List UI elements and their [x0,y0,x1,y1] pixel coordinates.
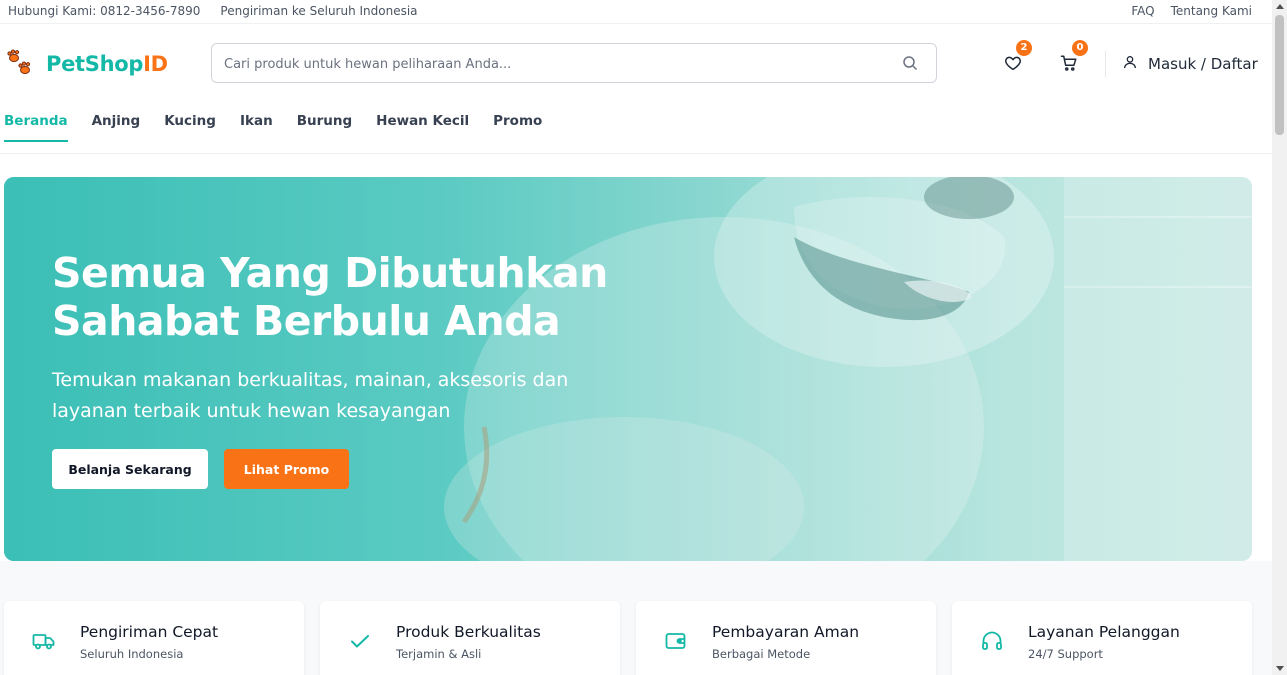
feature-card: Layanan Pelanggan 24/7 Support [952,601,1252,675]
cart-badge: 0 [1072,40,1088,56]
view-promo-button[interactable]: Lihat Promo [224,449,349,489]
wishlist-badge: 2 [1016,40,1032,56]
cart-icon [1060,55,1078,76]
hero-subtitle: Temukan makanan berkualitas, mainan, aks… [52,369,569,422]
site-header: PetShopID 2 0 Masuk / Daftar [0,25,1272,101]
header-divider [1105,51,1106,77]
nav-item-anjing[interactable]: Anjing [92,113,141,142]
headphones-icon [980,629,1004,657]
logo-text: PetShopID [46,52,168,76]
scrollbar-thumb[interactable] [1275,15,1284,135]
feature-title: Pengiriman Cepat [80,623,219,641]
page-scrollbar[interactable] [1272,0,1287,675]
user-icon [1122,54,1138,74]
cart-button[interactable]: 0 [1060,40,1088,76]
feature-card: Produk Berkualitas Terjamin & Asli [320,601,620,675]
scroll-down-icon[interactable] [1276,666,1284,671]
search-bar [211,43,937,83]
nav-item-beranda[interactable]: Beranda [4,113,68,142]
logo[interactable]: PetShopID [6,49,168,79]
nav-item-ikan[interactable]: Ikan [240,113,273,142]
paw-icon [6,49,36,79]
feature-title: Produk Berkualitas [396,623,541,641]
shipping-info: Pengiriman ke Seluruh Indonesia [220,4,418,18]
login-label: Masuk / Daftar [1148,55,1258,73]
feature-card: Pengiriman Cepat Seluruh Indonesia [4,601,304,675]
scroll-up-icon[interactable] [1276,4,1284,9]
feature-subtitle: Seluruh Indonesia [80,647,184,661]
shop-now-button[interactable]: Belanja Sekarang [52,449,208,489]
faq-link[interactable]: FAQ [1131,4,1154,18]
wishlist-button[interactable]: 2 [1004,40,1032,76]
feature-subtitle: Terjamin & Asli [396,647,482,661]
nav-item-burung[interactable]: Burung [297,113,352,142]
nav-item-promo[interactable]: Promo [493,113,542,142]
main-nav: Beranda Anjing Kucing Ikan Burung Hewan … [0,101,1272,154]
heart-icon [1004,56,1022,76]
check-icon [348,629,372,657]
feature-title: Layanan Pelanggan [1028,623,1180,641]
search-input[interactable] [224,53,884,75]
hero-title: Semua Yang Dibutuhkan Sahabat Berbulu An… [52,249,608,345]
wallet-icon [664,629,688,657]
feature-subtitle: Berbagai Metode [712,647,811,661]
login-button[interactable]: Masuk / Daftar [1122,54,1258,74]
truck-icon [32,629,56,657]
nav-item-hewan-kecil[interactable]: Hewan Kecil [376,113,469,142]
feature-subtitle: 24/7 Support [1028,647,1103,661]
top-info-bar: Hubungi Kami: 0812-3456-7890 Pengiriman … [0,0,1272,24]
about-link[interactable]: Tentang Kami [1171,4,1252,18]
feature-card: Pembayaran Aman Berbagai Metode [636,601,936,675]
nav-item-kucing[interactable]: Kucing [164,113,216,142]
contact-info: Hubungi Kami: 0812-3456-7890 [8,4,201,18]
hero-banner: Semua Yang Dibutuhkan Sahabat Berbulu An… [4,177,1252,561]
feature-title: Pembayaran Aman [712,623,860,641]
search-icon[interactable] [902,55,918,75]
